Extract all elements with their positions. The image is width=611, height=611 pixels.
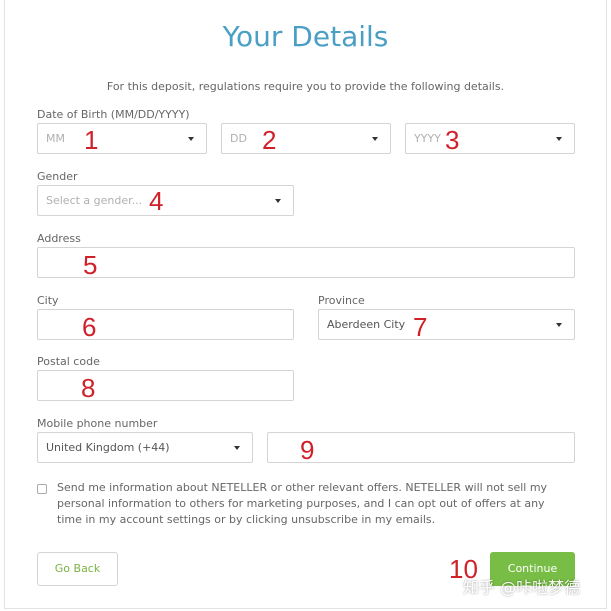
phone-country-value: United Kingdom (+44) xyxy=(46,441,170,454)
phone-label: Mobile phone number xyxy=(37,417,158,430)
dob-month-placeholder: MM xyxy=(46,132,65,145)
dob-year-select[interactable]: YYYY xyxy=(405,123,575,154)
postal-code-label: Postal code xyxy=(37,355,100,368)
annotation-number-7: 7 xyxy=(413,312,428,342)
chevron-down-icon xyxy=(188,137,194,141)
annotation-number-8: 8 xyxy=(81,373,96,403)
annotation-number-5: 5 xyxy=(83,250,98,280)
watermark-text: 知乎 @咔啦梦德 xyxy=(463,578,581,597)
annotation-number-2: 2 xyxy=(262,125,277,155)
address-input[interactable] xyxy=(37,247,575,278)
gender-placeholder: Select a gender... xyxy=(46,194,143,207)
chevron-down-icon xyxy=(275,199,281,203)
gender-label: Gender xyxy=(37,170,78,183)
annotation-number-6: 6 xyxy=(82,312,97,342)
go-back-button[interactable]: Go Back xyxy=(37,552,118,586)
annotation-number-4: 4 xyxy=(149,186,164,216)
dob-label: Date of Birth (MM/DD/YYYY) xyxy=(37,108,190,121)
gender-select[interactable]: Select a gender... xyxy=(37,185,294,216)
province-label: Province xyxy=(318,294,365,307)
chevron-down-icon xyxy=(556,137,562,141)
annotation-number-9: 9 xyxy=(300,435,315,465)
consent-text: Send me information about NETELLER or ot… xyxy=(57,481,548,526)
dob-day-placeholder: DD xyxy=(230,132,247,145)
annotation-number-1: 1 xyxy=(84,125,99,155)
consent-checkbox[interactable] xyxy=(37,484,47,494)
province-select[interactable]: Aberdeen City xyxy=(318,309,575,340)
city-label: City xyxy=(37,294,59,307)
chevron-down-icon xyxy=(556,323,562,327)
intro-text: For this deposit, regulations require yo… xyxy=(106,80,505,93)
dob-month-select[interactable]: MM xyxy=(37,123,207,154)
postal-code-input[interactable] xyxy=(37,370,294,401)
chevron-down-icon xyxy=(234,446,240,450)
phone-country-select[interactable]: United Kingdom (+44) xyxy=(37,432,253,463)
province-value: Aberdeen City xyxy=(327,318,406,331)
annotation-number-3: 3 xyxy=(445,125,460,155)
address-label: Address xyxy=(37,232,81,245)
chevron-down-icon xyxy=(372,137,378,141)
page-title: Your Details xyxy=(222,20,389,53)
city-input[interactable] xyxy=(37,309,294,340)
dob-year-placeholder: YYYY xyxy=(414,132,441,145)
dob-day-select[interactable]: DD xyxy=(221,123,391,154)
